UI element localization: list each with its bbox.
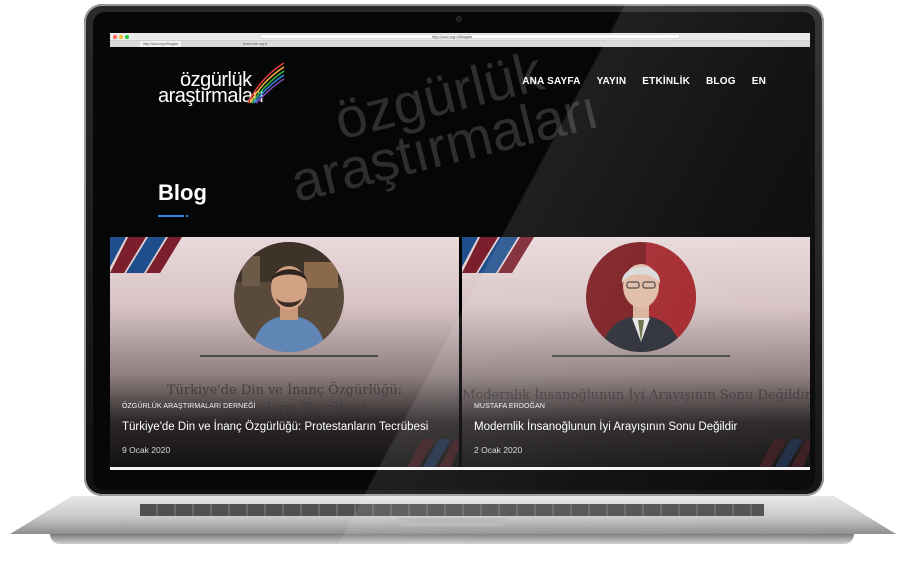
maximize-window-icon[interactable] [125, 35, 129, 39]
close-window-icon[interactable] [113, 35, 117, 39]
main-nav: ANA SAYFA YAYIN ETKİNLİK BLOG EN [522, 76, 766, 87]
card-title-overlay: Türkiye'de Din ve İnanç Özgürlüğü: Prote… [110, 382, 459, 418]
laptop-lid-notch [398, 518, 506, 526]
address-bar-url: http://ozd.org.tr/bloglar [432, 34, 473, 39]
card-divider [200, 355, 378, 357]
nav-item-yayin[interactable]: YAYIN [597, 76, 627, 87]
corner-stripes-decoration [759, 439, 810, 467]
card-title-link[interactable]: Modernlik İnsanoğlunun İyi Arayışının So… [474, 421, 737, 433]
card-divider [552, 355, 730, 357]
title-underline-dot [186, 215, 188, 217]
card-date: 2 Ocak 2020 [474, 445, 523, 455]
nav-item-etkinlik[interactable]: ETKİNLİK [642, 76, 690, 87]
laptop-keyboard [140, 504, 764, 516]
laptop-screen: http://ozd.org.tr/bloglar http://ozd.org… [110, 33, 810, 470]
corner-stripes-decoration [462, 237, 534, 273]
nav-item-blog[interactable]: BLOG [706, 76, 736, 87]
nav-item-language[interactable]: EN [752, 76, 766, 87]
card-author: ÖZGÜRLÜK ARAŞTIRMALARI DERNEĞİ [122, 403, 256, 410]
hero-banner: özgürlük araştırmaları özgürlük araştırm… [110, 39, 810, 237]
page-title: Blog [158, 180, 207, 205]
author-avatar [234, 242, 344, 352]
laptop-mockup: http://ozd.org.tr/bloglar http://ozd.org… [0, 0, 904, 565]
blog-card-list: Türkiye'de Din ve İnanç Özgürlüğü: Prote… [110, 237, 810, 467]
blog-card[interactable]: Modernlik İnsanoğlunun İyi Arayışının So… [462, 237, 810, 467]
minimize-window-icon[interactable] [119, 35, 123, 39]
card-date: 9 Ocak 2020 [122, 445, 171, 455]
nav-item-ana-sayfa[interactable]: ANA SAYFA [522, 76, 580, 87]
blog-card[interactable]: Türkiye'de Din ve İnanç Özgürlüğü: Prote… [110, 237, 459, 467]
webcam-icon [456, 16, 462, 22]
card-title-overlay-line: Türkiye'de Din ve İnanç Özgürlüğü: [166, 383, 403, 398]
browser-toolbar: http://ozd.org.tr/bloglar [110, 33, 810, 41]
author-avatar [586, 242, 696, 352]
section-bottom-rule [110, 467, 810, 470]
corner-stripes-decoration [110, 237, 182, 273]
man-portrait-icon [586, 242, 696, 352]
title-underline [158, 215, 184, 217]
card-author: MUSTAFA ERDOĞAN [474, 403, 545, 410]
logo-swoosh-icon [247, 62, 285, 104]
corner-stripes-decoration [407, 439, 459, 467]
man-portrait-icon [234, 242, 344, 352]
laptop-foot [50, 534, 854, 544]
logo-watermark: özgürlük araştırmaları [284, 35, 604, 214]
card-title-link[interactable]: Türkiye'de Din ve İnanç Özgürlüğü: Prote… [122, 421, 428, 433]
